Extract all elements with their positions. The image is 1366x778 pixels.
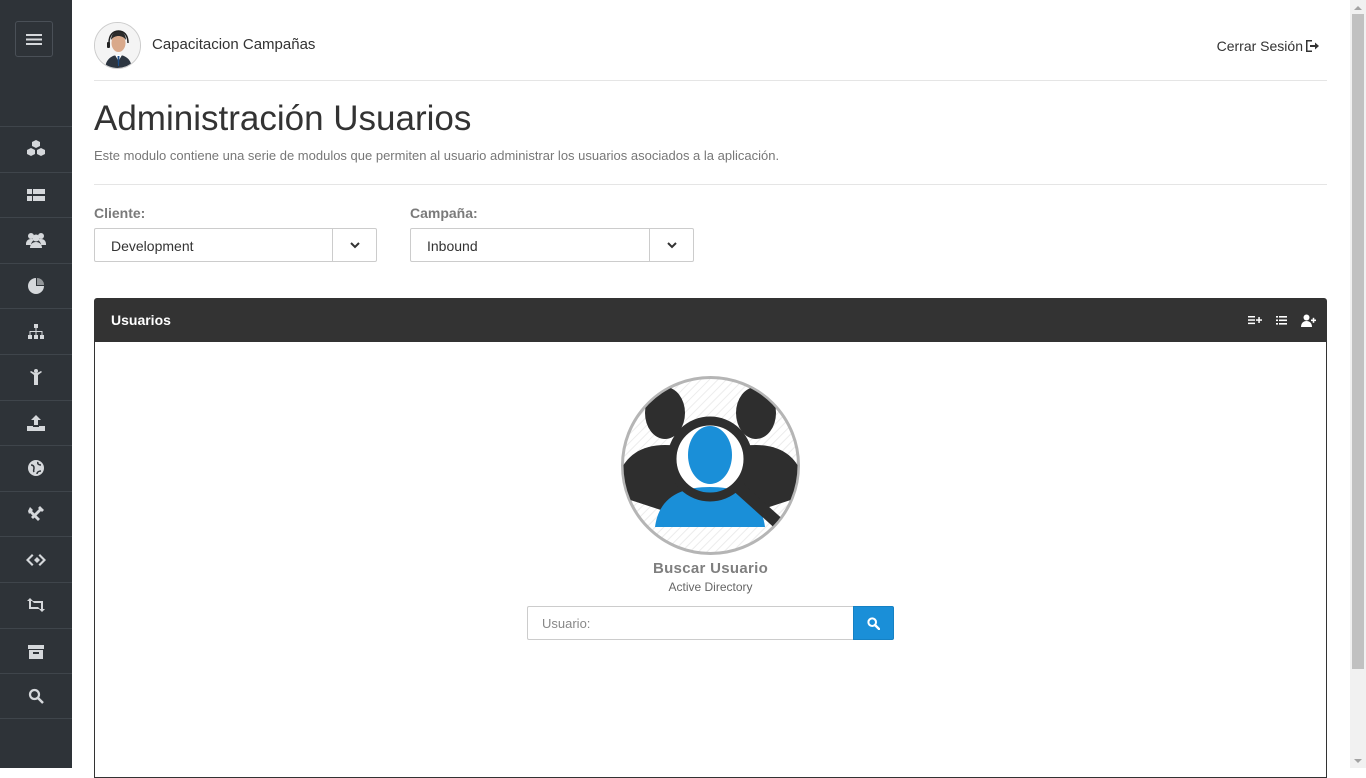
sidebar-item-search[interactable] — [0, 673, 72, 719]
sidebar-item-code[interactable] — [0, 536, 72, 582]
campana-label: Campaña: — [410, 205, 478, 221]
cliente-select-value: Development — [111, 238, 194, 254]
code-icon — [26, 553, 46, 566]
scroll-thumb[interactable] — [1352, 14, 1364, 669]
chevron-down-icon — [666, 241, 677, 248]
tools-icon — [28, 506, 44, 522]
scroll-up-arrow[interactable] — [1350, 0, 1366, 14]
cliente-label: Cliente: — [94, 205, 146, 221]
logout-label: Cerrar Sesión — [1216, 38, 1303, 54]
search-title: Buscar Usuario — [652, 560, 769, 577]
cubes-icon — [27, 140, 45, 157]
page-title: Administración Usuarios — [94, 99, 472, 138]
sidebar-item-retweet[interactable] — [0, 581, 72, 628]
pie-chart-icon — [28, 278, 44, 295]
sidebar — [0, 0, 72, 768]
scroll-up-icon — [1354, 5, 1362, 10]
top-bar: Capacitacion Campañas Cerrar Sesión — [94, 0, 1327, 81]
user-search-input[interactable] — [527, 606, 853, 640]
users-icon — [26, 233, 46, 249]
sidebar-item-grid-list[interactable] — [0, 171, 72, 218]
logout-link[interactable]: Cerrar Sesión — [1217, 38, 1319, 54]
campana-select-value: Inbound — [427, 238, 478, 254]
sidebar-item-archive[interactable] — [0, 627, 72, 674]
add-user-icon — [1301, 314, 1316, 327]
campana-dropdown-arrow[interactable] — [649, 229, 693, 261]
avatar — [94, 22, 141, 69]
add-user-button[interactable] — [1301, 312, 1316, 328]
main-content: Capacitacion Campañas Cerrar Sesión Admi… — [94, 0, 1327, 778]
search-subtitle: Active Directory — [668, 580, 753, 594]
user-search-illustration — [620, 375, 801, 556]
sitemap-icon — [28, 323, 44, 339]
users-panel: Usuarios Buscar Usuario Active Directory… — [94, 298, 1327, 778]
archive-icon — [28, 644, 44, 659]
cliente-select[interactable]: Development — [94, 228, 377, 262]
search-icon — [28, 688, 44, 704]
sidebar-item-pie-chart[interactable] — [0, 262, 72, 309]
cliente-dropdown-arrow[interactable] — [332, 229, 376, 261]
scroll-down-icon — [1354, 758, 1362, 763]
search-icon — [867, 616, 880, 630]
user-avatar-icon — [95, 23, 140, 68]
search-button[interactable] — [853, 606, 894, 640]
page-description: Este modulo contiene una serie de modulo… — [94, 148, 780, 163]
divider — [94, 184, 1327, 185]
chevron-down-icon — [349, 241, 360, 248]
grid-list-icon — [27, 188, 45, 201]
sidebar-item-cubes[interactable] — [0, 126, 72, 172]
sidebar-item-person[interactable] — [0, 353, 72, 400]
person-icon — [30, 369, 42, 386]
hamburger-icon — [26, 33, 42, 45]
sidebar-item-sitemap[interactable] — [0, 308, 72, 354]
retweet-icon — [27, 598, 45, 613]
campana-select[interactable]: Inbound — [410, 228, 694, 262]
panel-title: Usuarios — [111, 312, 171, 328]
sidebar-item-users[interactable] — [0, 217, 72, 263]
sidebar-item-globe[interactable] — [0, 445, 72, 491]
panel-tools — [1247, 312, 1316, 328]
list-icon — [1276, 315, 1287, 325]
page-scrollbar[interactable] — [1350, 0, 1366, 768]
sidebar-item-tools[interactable] — [0, 490, 72, 537]
upload-icon — [27, 414, 45, 431]
add-list-button[interactable] — [1247, 312, 1262, 328]
user-search-form — [527, 606, 894, 640]
add-list-icon — [1247, 316, 1262, 325]
panel-header: Usuarios — [95, 299, 1326, 342]
app-title: Capacitacion Campañas — [152, 36, 316, 53]
scroll-down-arrow[interactable] — [1350, 754, 1366, 768]
sidebar-item-upload[interactable] — [0, 399, 72, 446]
sign-out-icon — [1306, 40, 1319, 52]
user-search-icon — [621, 376, 800, 555]
globe-icon — [28, 460, 44, 477]
menu-toggle-button[interactable] — [15, 21, 53, 57]
list-button[interactable] — [1274, 312, 1289, 328]
